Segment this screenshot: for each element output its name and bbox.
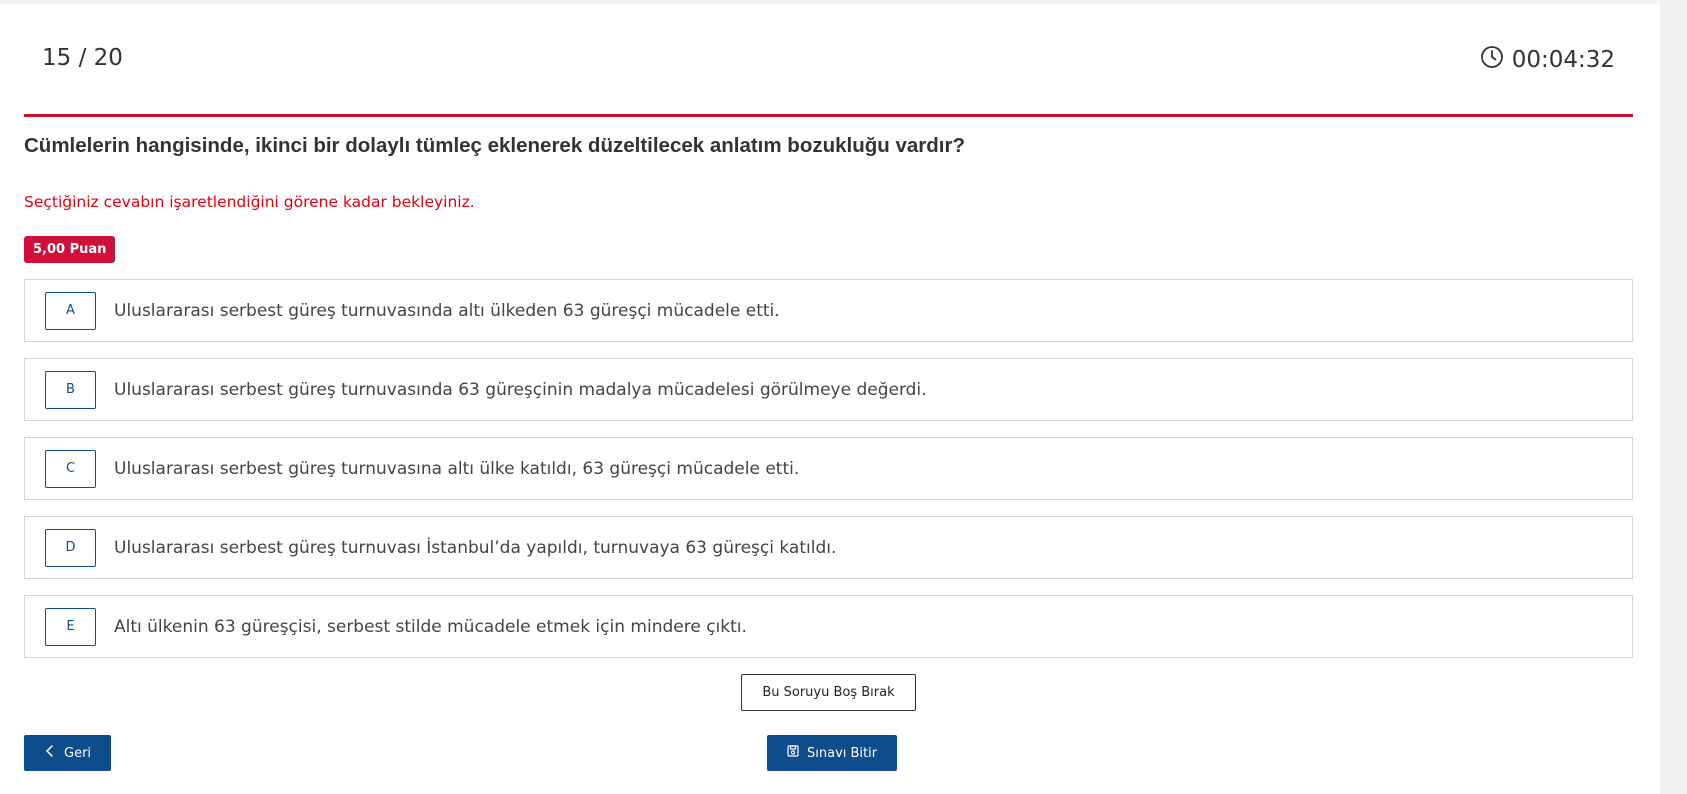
exam-header: 15 / 20 00:04:32 (24, 0, 1633, 117)
question-counter: 15 / 20 (42, 45, 123, 71)
timer-value: 00:04:32 (1511, 47, 1615, 73)
option-text: Uluslararası serbest güreş turnuvasına a… (114, 458, 800, 479)
option-d[interactable]: D Uluslararası serbest güreş turnuvası İ… (24, 516, 1633, 579)
finish-exam-button[interactable]: Sınavı Bitir (767, 735, 898, 771)
exam-page: 15 / 20 00:04:32 Cümlelerin hangisinde, … (0, 0, 1687, 794)
option-letter[interactable]: D (45, 528, 96, 567)
points-badge: 5,00 Puan (24, 236, 116, 263)
option-a[interactable]: A Uluslararası serbest güreş turnuvasınd… (24, 279, 1633, 342)
back-button[interactable]: Geri (24, 735, 112, 771)
bottom-bar: Geri Sınavı Bitir (24, 735, 1633, 794)
finish-label: Sınavı Bitir (807, 745, 878, 761)
answer-options: A Uluslararası serbest güreş turnuvasınd… (24, 279, 1633, 658)
option-letter[interactable]: C (45, 449, 96, 488)
back-label: Geri (64, 745, 92, 761)
option-b[interactable]: B Uluslararası serbest güreş turnuvasınd… (24, 358, 1633, 421)
wait-notice: Seçtiğiniz cevabın işaretlendiğini gören… (24, 193, 475, 211)
option-letter[interactable]: A (45, 291, 96, 330)
option-letter[interactable]: E (45, 607, 96, 646)
clock-icon (1480, 45, 1504, 75)
skip-wrap: Bu Soruyu Boş Bırak (24, 674, 1633, 711)
option-c[interactable]: C Uluslararası serbest güreş turnuvasına… (24, 437, 1633, 500)
skip-question-button[interactable]: Bu Soruyu Boş Bırak (741, 674, 916, 711)
save-icon (787, 745, 799, 761)
option-letter[interactable]: B (45, 370, 96, 409)
option-text: Uluslararası serbest güreş turnuvası İst… (114, 537, 837, 558)
option-text: Altı ülkenin 63 güreşçisi, serbest stild… (114, 616, 747, 637)
option-text: Uluslararası serbest güreş turnuvasında … (114, 300, 780, 321)
timer: 00:04:32 (1480, 45, 1615, 75)
chevron-left-icon (44, 745, 56, 761)
option-text: Uluslararası serbest güreş turnuvasında … (114, 379, 927, 400)
exam-content: 15 / 20 00:04:32 Cümlelerin hangisinde, … (24, 0, 1633, 794)
scrollbar[interactable] (1660, 0, 1687, 794)
question-text: Cümlelerin hangisinde, ikinci bir dolayl… (24, 134, 965, 157)
option-e[interactable]: E Altı ülkenin 63 güreşçisi, serbest sti… (24, 595, 1633, 658)
